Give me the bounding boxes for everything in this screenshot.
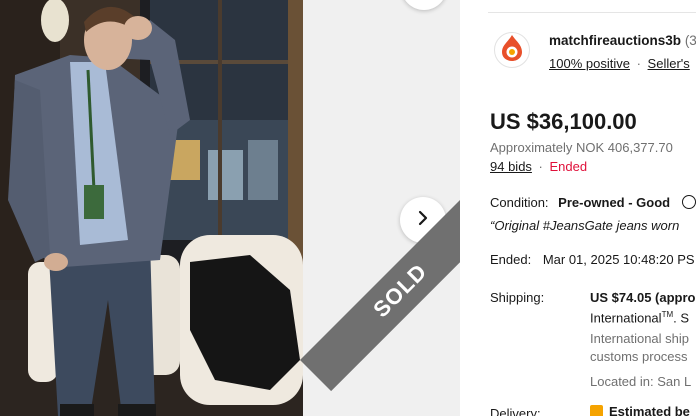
ended-row: Ended: Mar 01, 2025 10:48:20 PS (490, 252, 695, 267)
separator: · (538, 159, 543, 174)
seller-feedback-count: (3 (684, 33, 696, 48)
seller-username[interactable]: matchfireauctions3b (549, 33, 681, 48)
shipping-service-tail: . S (673, 310, 690, 326)
item-location: Located in: San L (590, 374, 692, 389)
shipping-label: Shipping: (490, 290, 545, 305)
item-info-panel: matchfireauctions3b (3 100% positive · S… (460, 0, 696, 416)
divider (488, 12, 696, 13)
trademark-mark: TM (661, 310, 674, 319)
status-ended: Ended (549, 159, 588, 174)
separator: · (636, 56, 641, 71)
condition-label: Condition: (490, 195, 549, 210)
listing-photo[interactable] (0, 0, 303, 416)
bids-link[interactable]: 94 bids (490, 159, 532, 174)
bids-status: 94 bids · Ended (490, 159, 587, 174)
shipping-note: International ship (590, 331, 690, 346)
item-price: US $36,100.00 (490, 109, 637, 134)
sold-label: SOLD (368, 258, 432, 323)
approx-price: Approximately NOK 406,377.70 (490, 140, 673, 155)
positive-feedback-link[interactable]: 100% positive (549, 56, 630, 71)
seller-other-items-link[interactable]: Seller's (648, 56, 690, 71)
ended-label: Ended: (490, 252, 532, 267)
gallery-top-button[interactable] (401, 0, 447, 10)
delivery-estimate: Estimated be (590, 404, 690, 416)
image-gallery[interactable]: SOLD (0, 0, 460, 416)
seller-notes: “Original #JeansGate jeans worn (490, 218, 680, 233)
delivery-icon (590, 405, 603, 416)
ended-datetime: Mar 01, 2025 10:48:20 PS (542, 252, 695, 267)
delivery-estimate-text: Estimated be (609, 404, 690, 416)
info-icon[interactable] (681, 195, 696, 209)
condition-row: Condition: Pre-owned - Good (490, 195, 696, 210)
seller-stats: 100% positive · Seller's (549, 56, 690, 71)
seller-avatar[interactable] (494, 32, 530, 68)
shipping-service-name: International (590, 310, 662, 326)
shipping-cost: US $74.05 (appro (590, 290, 696, 305)
delivery-label: Delivery: (490, 406, 541, 416)
chevron-right-icon (415, 210, 431, 231)
shipping-service: InternationalTM. S (590, 310, 689, 325)
condition-value: Pre-owned - Good (558, 195, 671, 210)
seller-name[interactable]: matchfireauctions3b (3 (549, 33, 696, 48)
shipping-note-cont: customs process (590, 349, 688, 364)
flame-icon (499, 34, 525, 67)
